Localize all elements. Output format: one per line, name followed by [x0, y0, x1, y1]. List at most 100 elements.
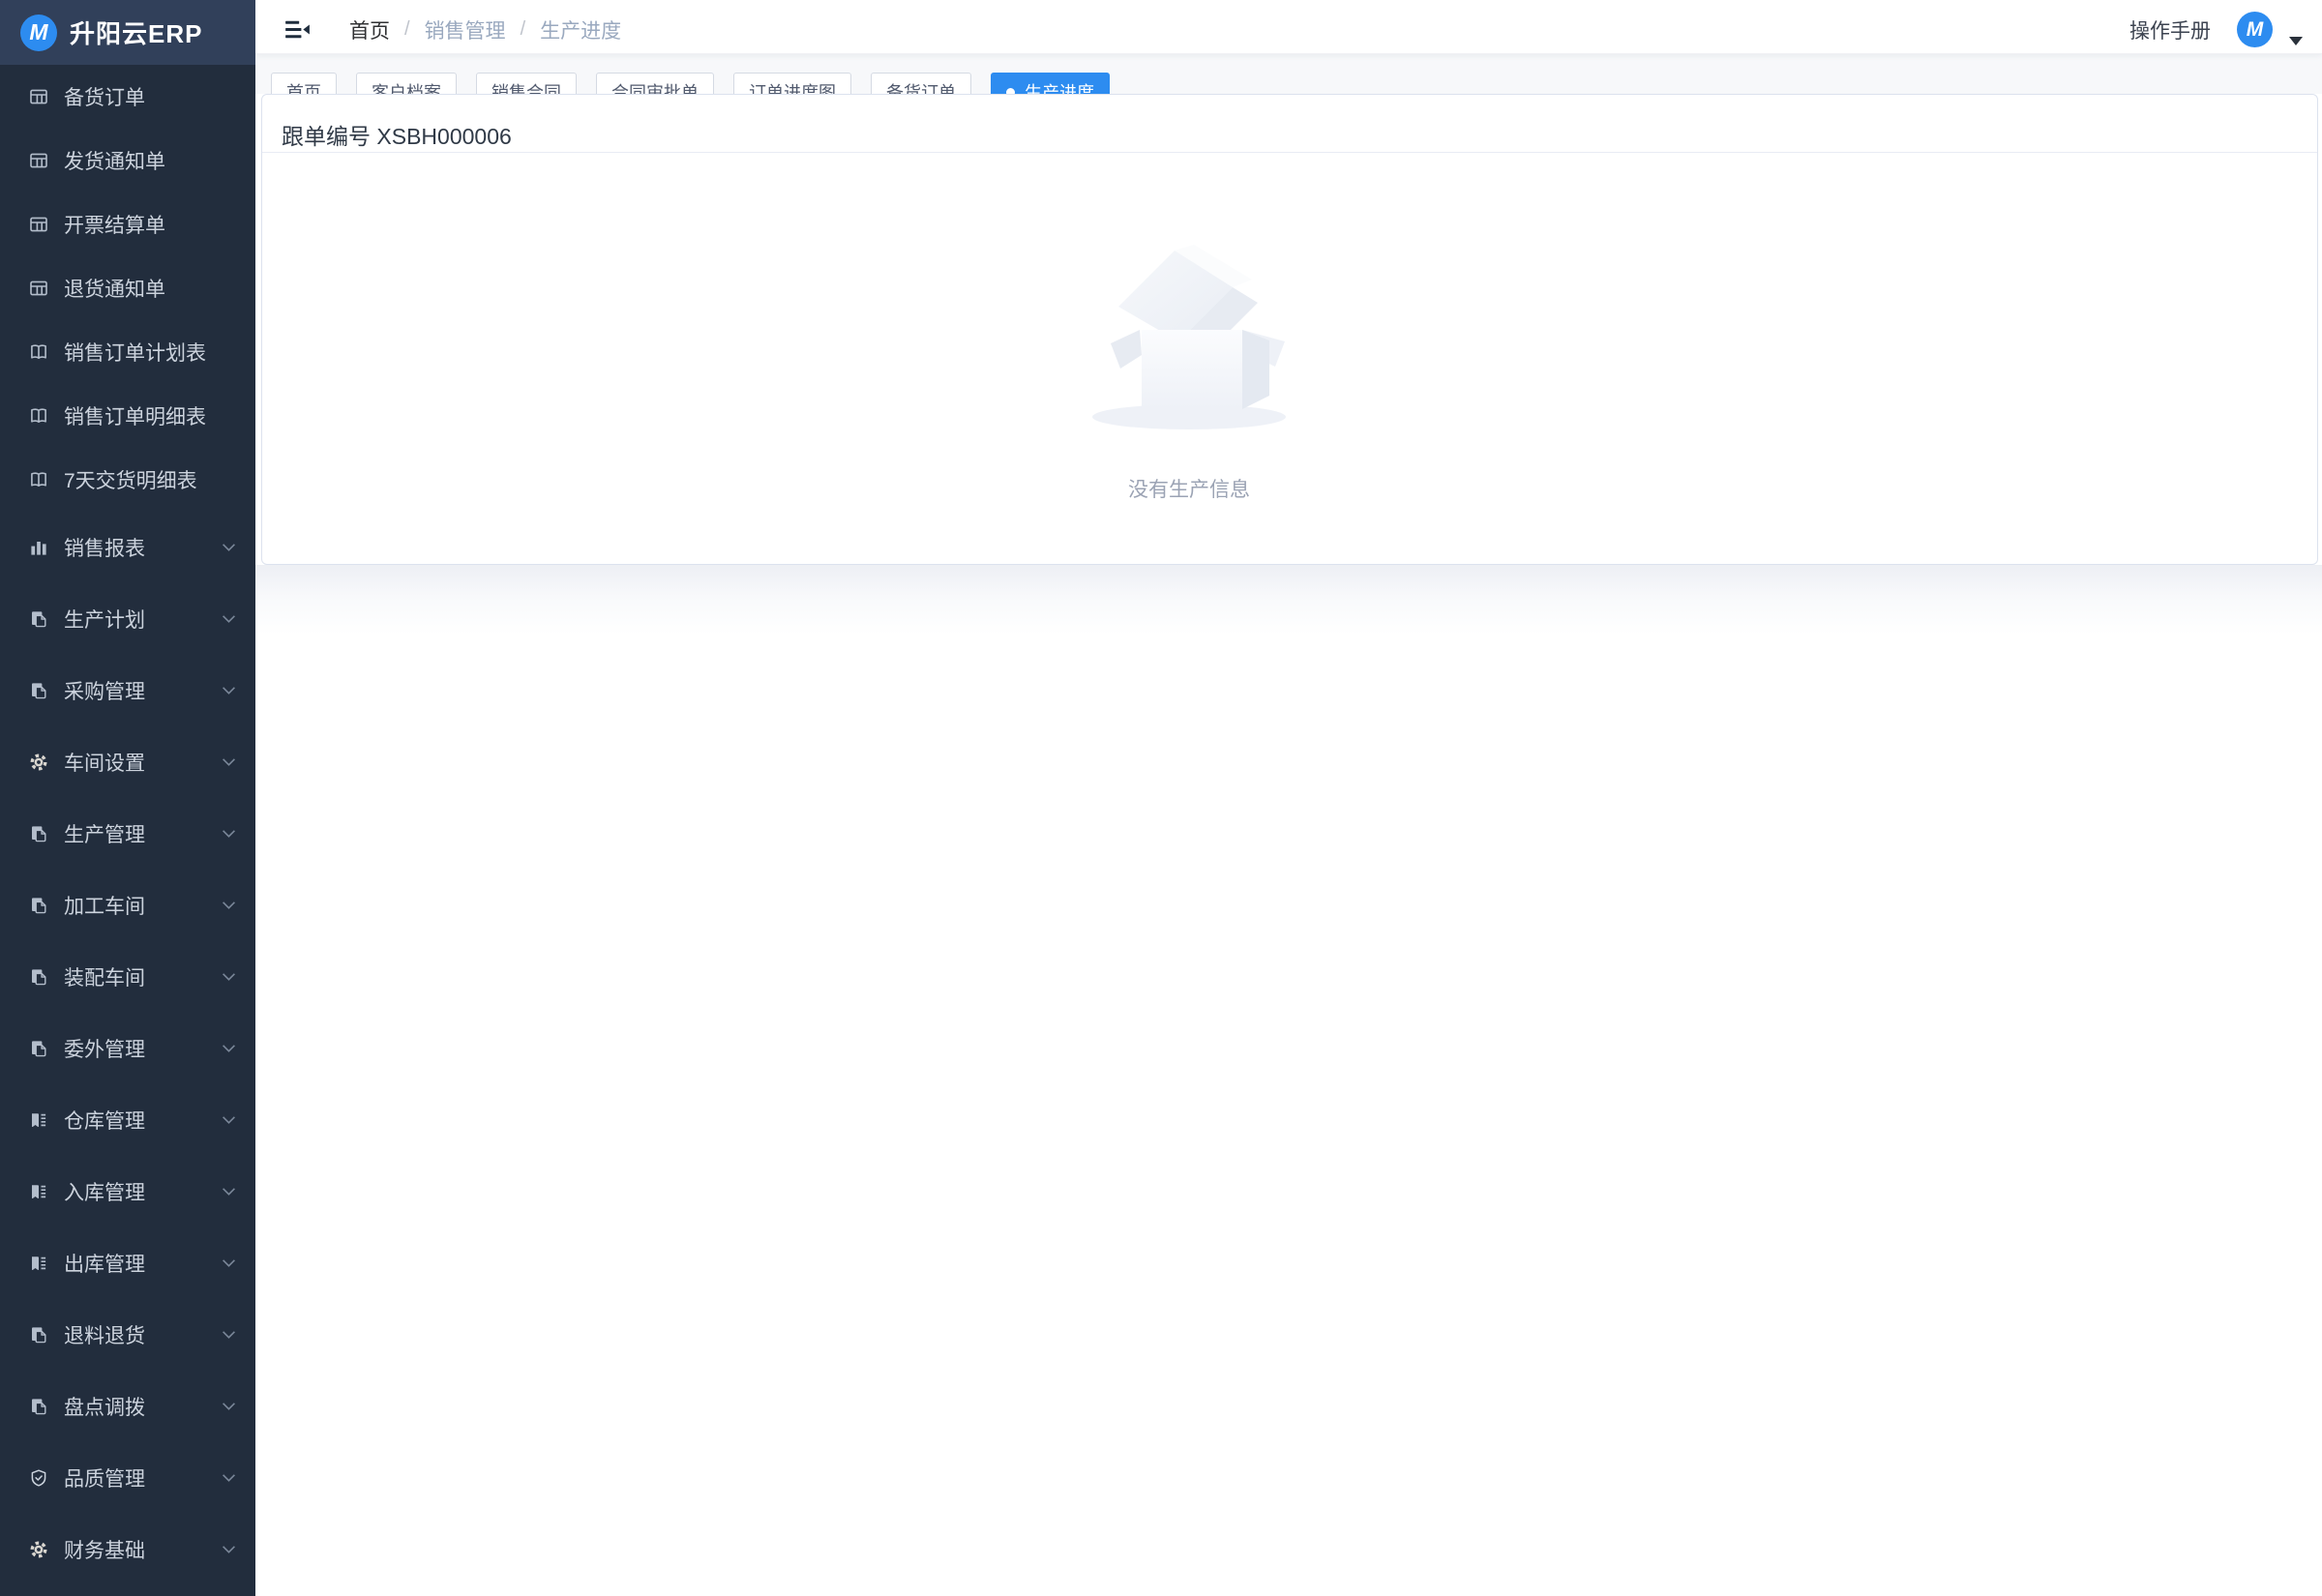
- chevron-down-icon: [222, 1187, 236, 1197]
- sidebar-item-label: 仓库管理: [64, 1106, 145, 1135]
- breadcrumb-item[interactable]: 首页: [349, 15, 390, 44]
- tag-label: 备货订单: [886, 79, 956, 94]
- card-bottom-shadow: [255, 565, 2322, 635]
- sidebar-item[interactable]: 备货订单: [0, 65, 255, 129]
- sidebar-item[interactable]: 装配车间: [0, 941, 255, 1013]
- tag-item[interactable]: 销售合同: [476, 73, 577, 94]
- copy-icon: [29, 609, 48, 629]
- sidebar-menu: 备货订单 发货通知单 开票结算单 退货通知单 销售订单计划表 销售订单明细表 7…: [0, 65, 255, 1585]
- sidebar-item[interactable]: 生产管理: [0, 798, 255, 870]
- tag-label: 销售合同: [491, 79, 561, 94]
- tag-item[interactable]: 客户档案: [356, 73, 457, 94]
- tag-label: 合同审批单: [611, 79, 699, 94]
- sidebar-item-label: 出库管理: [64, 1249, 145, 1278]
- sidebar-item[interactable]: 退料退货: [0, 1299, 255, 1371]
- sidebar-item-label: 生产计划: [64, 605, 145, 634]
- sidebar-item[interactable]: 盘点调拨: [0, 1371, 255, 1442]
- card-body: 没有生产信息: [262, 153, 2317, 565]
- book-icon: [29, 406, 48, 426]
- sidebar-item-label: 盘点调拨: [64, 1392, 145, 1421]
- breadcrumb-item: 生产进度: [540, 15, 621, 44]
- breadcrumb-separator: /: [521, 18, 526, 41]
- tag-item[interactable]: 合同审批单: [596, 73, 714, 94]
- sidebar-item-label: 车间设置: [64, 748, 145, 777]
- chevron-down-icon: [222, 972, 236, 982]
- sidebar-item[interactable]: 仓库管理: [0, 1084, 255, 1156]
- sidebar-item[interactable]: 销售报表: [0, 512, 255, 583]
- read-icon: [29, 1254, 48, 1273]
- shield-icon: [29, 1468, 48, 1488]
- chevron-down-icon: [222, 1402, 236, 1411]
- app-root: M 升阳云ERP 备货订单 发货通知单 开票结算单 退货通知单 销售订单计划表 …: [0, 0, 2322, 1596]
- sidebar-item[interactable]: 品质管理: [0, 1442, 255, 1514]
- sidebar-item[interactable]: 销售订单计划表: [0, 320, 255, 384]
- sidebar-item[interactable]: 车间设置: [0, 726, 255, 798]
- app-logo[interactable]: M: [20, 15, 57, 51]
- sidebar-item[interactable]: 采购管理: [0, 655, 255, 726]
- chevron-down-icon: [222, 614, 236, 624]
- sidebar-item-label: 7天交货明细表: [64, 465, 197, 494]
- sidebar-item-label: 装配车间: [64, 962, 145, 991]
- tag-item[interactable]: 备货订单: [871, 73, 971, 94]
- gear-icon: [29, 753, 48, 772]
- tag-label: 客户档案: [372, 79, 441, 94]
- table-icon: [29, 215, 48, 234]
- tag-label: 首页: [286, 79, 321, 94]
- card-title: 跟单编号 XSBH000006: [282, 124, 512, 149]
- copy-icon: [29, 681, 48, 700]
- tag-item[interactable]: 首页: [271, 73, 337, 94]
- sidebar-item-label: 财务基础: [64, 1535, 145, 1564]
- top-navbar: 首页 / 销售管理 / 生产进度 操作手册 M: [255, 0, 2322, 54]
- gear-icon: [29, 1540, 48, 1559]
- sidebar-item[interactable]: 入库管理: [0, 1156, 255, 1227]
- sidebar-item[interactable]: 退货通知单: [0, 256, 255, 320]
- sidebar-item[interactable]: 加工车间: [0, 870, 255, 941]
- table-icon: [29, 87, 48, 106]
- empty-text: 没有生产信息: [1078, 474, 1300, 503]
- sidebar-item-label: 开票结算单: [64, 210, 165, 239]
- manual-link[interactable]: 操作手册: [2129, 15, 2211, 44]
- copy-icon: [29, 896, 48, 915]
- empty-state: 没有生产信息: [1078, 243, 1300, 503]
- sidebar-item-label: 生产管理: [64, 819, 145, 848]
- sidebar-item-label: 销售订单计划表: [64, 338, 206, 367]
- sidebar-item-label: 退货通知单: [64, 274, 165, 303]
- read-icon: [29, 1182, 48, 1201]
- sidebar-item[interactable]: 财务基础: [0, 1514, 255, 1585]
- sidebar-item[interactable]: 销售订单明细表: [0, 384, 255, 448]
- sidebar-item-label: 加工车间: [64, 891, 145, 920]
- copy-icon: [29, 1039, 48, 1058]
- chevron-down-icon: [222, 543, 236, 552]
- sidebar-item[interactable]: 开票结算单: [0, 192, 255, 256]
- copy-icon: [29, 824, 48, 843]
- sidebar-item[interactable]: 出库管理: [0, 1227, 255, 1299]
- bar-chart-icon: [29, 538, 48, 557]
- copy-icon: [29, 1397, 48, 1416]
- chevron-down-icon: [222, 1258, 236, 1268]
- sidebar-item-label: 品质管理: [64, 1463, 145, 1493]
- tag-item[interactable]: 订单进度图: [733, 73, 851, 94]
- avatar[interactable]: M: [2237, 12, 2273, 47]
- main-area: 首页 / 销售管理 / 生产进度 操作手册 M 首页 客户档案 销售合同 合同审批单 订…: [255, 0, 2322, 1596]
- sidebar-item[interactable]: 7天交货明细表: [0, 448, 255, 512]
- chevron-down-icon: [222, 1115, 236, 1125]
- chevron-down-icon: [222, 686, 236, 695]
- sidebar-collapse-button[interactable]: [284, 18, 311, 41]
- chevron-down-icon: [222, 1545, 236, 1554]
- empty-box-illustration: [1078, 243, 1300, 441]
- production-progress-card: 跟单编号 XSBH000006: [261, 94, 2318, 565]
- chevron-down-icon: [222, 901, 236, 910]
- sidebar-item[interactable]: 委外管理: [0, 1013, 255, 1084]
- table-icon: [29, 279, 48, 298]
- breadcrumb-item: 销售管理: [425, 15, 506, 44]
- sidebar-item[interactable]: 发货通知单: [0, 129, 255, 192]
- read-icon: [29, 1110, 48, 1130]
- sidebar-item[interactable]: 生产计划: [0, 583, 255, 655]
- sidebar-item-label: 退料退货: [64, 1320, 145, 1349]
- sidebar-item-label: 采购管理: [64, 676, 145, 705]
- tag-item[interactable]: 生产进度: [991, 73, 1110, 94]
- sidebar-item-label: 备货订单: [64, 82, 145, 111]
- caret-down-icon[interactable]: [2289, 37, 2303, 45]
- book-icon: [29, 342, 48, 362]
- breadcrumb-separator: /: [404, 18, 410, 41]
